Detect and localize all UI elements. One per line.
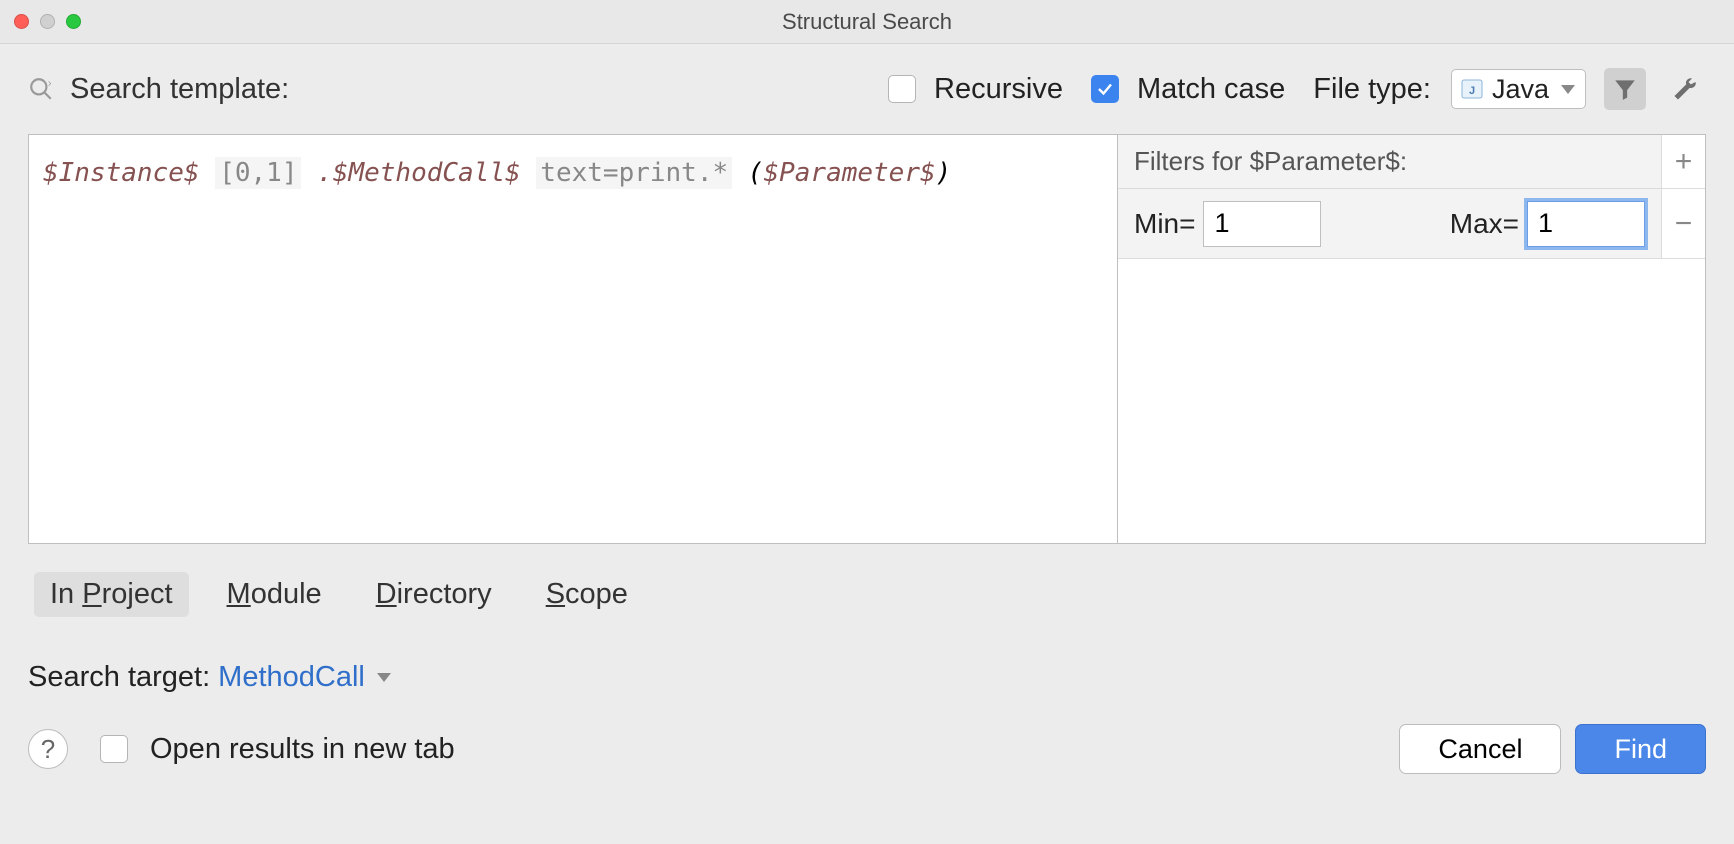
count-filter-row: Min= Max= bbox=[1118, 189, 1661, 259]
min-label: Min= bbox=[1134, 208, 1195, 240]
var-instance: $Instance$ bbox=[43, 158, 200, 188]
max-input[interactable] bbox=[1527, 201, 1645, 247]
minimize-window-button[interactable] bbox=[40, 14, 55, 29]
var-method: $MethodCall$ bbox=[333, 158, 521, 188]
funnel-icon bbox=[1612, 76, 1638, 102]
close-window-button[interactable] bbox=[14, 14, 29, 29]
chevron-down-icon bbox=[1561, 85, 1575, 94]
var-parameter: $Parameter$ bbox=[763, 158, 935, 188]
add-filter-button[interactable]: + bbox=[1662, 135, 1705, 189]
toolbar: Search template: Recursive Match case Fi… bbox=[0, 44, 1734, 134]
lparen: ( bbox=[748, 158, 764, 188]
filters-side-buttons: + − bbox=[1661, 135, 1705, 259]
java-file-icon: J bbox=[1460, 77, 1484, 101]
remove-filter-button[interactable]: − bbox=[1662, 189, 1705, 259]
template-editor[interactable]: $Instance$ [0,1] .$MethodCall$ text=prin… bbox=[28, 134, 1118, 544]
open-new-tab-checkbox[interactable] bbox=[100, 735, 128, 763]
recursive-checkbox[interactable] bbox=[888, 75, 916, 103]
footer: ? Open results in new tab Cancel Find bbox=[0, 694, 1734, 802]
title-bar: Structural Search bbox=[0, 0, 1734, 44]
chevron-down-icon bbox=[377, 673, 391, 682]
method-regex-hint: text=print.* bbox=[536, 157, 732, 189]
filters-heading: Filters for $Parameter$: bbox=[1118, 135, 1661, 189]
search-template-label: Search template: bbox=[70, 73, 289, 106]
min-input[interactable] bbox=[1203, 201, 1321, 247]
scope-tab-directory[interactable]: Directory bbox=[360, 572, 508, 617]
max-label: Max= bbox=[1450, 208, 1519, 240]
file-type-label: File type: bbox=[1313, 73, 1431, 106]
match-case-checkbox[interactable] bbox=[1091, 75, 1119, 103]
find-button[interactable]: Find bbox=[1575, 724, 1706, 774]
window-controls bbox=[14, 14, 81, 29]
filters-panel: Filters for $Parameter$: Min= Max= + − bbox=[1118, 134, 1706, 544]
instance-count-hint: [0,1] bbox=[215, 157, 301, 189]
dot: . bbox=[317, 158, 333, 188]
recursive-label: Recursive bbox=[934, 73, 1063, 106]
scope-tab-scope[interactable]: Scope bbox=[530, 572, 644, 617]
search-icon bbox=[28, 76, 54, 102]
open-new-tab-label: Open results in new tab bbox=[150, 733, 455, 766]
main-content: $Instance$ [0,1] .$MethodCall$ text=prin… bbox=[0, 134, 1734, 544]
file-type-value: Java bbox=[1492, 74, 1549, 105]
tools-button[interactable] bbox=[1664, 68, 1706, 110]
template-code: $Instance$ [0,1] .$MethodCall$ text=prin… bbox=[43, 153, 1103, 195]
window-title: Structural Search bbox=[782, 9, 952, 35]
scope-tab-in-project[interactable]: In Project bbox=[34, 572, 189, 617]
search-target-value: MethodCall bbox=[218, 661, 365, 694]
rparen: ) bbox=[936, 158, 952, 188]
wrench-icon bbox=[1671, 75, 1699, 103]
match-case-label: Match case bbox=[1137, 73, 1285, 106]
search-target-dropdown[interactable]: MethodCall bbox=[218, 661, 391, 694]
search-target-label: Search target: bbox=[28, 661, 210, 694]
file-type-dropdown[interactable]: J Java bbox=[1451, 69, 1586, 109]
help-button[interactable]: ? bbox=[28, 729, 68, 769]
scope-tab-module[interactable]: Module bbox=[211, 572, 338, 617]
scope-tabs: In Project Module Directory Scope bbox=[0, 544, 1734, 617]
cancel-button[interactable]: Cancel bbox=[1399, 724, 1561, 774]
filter-toggle-button[interactable] bbox=[1604, 68, 1646, 110]
zoom-window-button[interactable] bbox=[66, 14, 81, 29]
svg-text:J: J bbox=[1469, 85, 1475, 97]
search-target-row: Search target: MethodCall bbox=[0, 617, 1734, 694]
